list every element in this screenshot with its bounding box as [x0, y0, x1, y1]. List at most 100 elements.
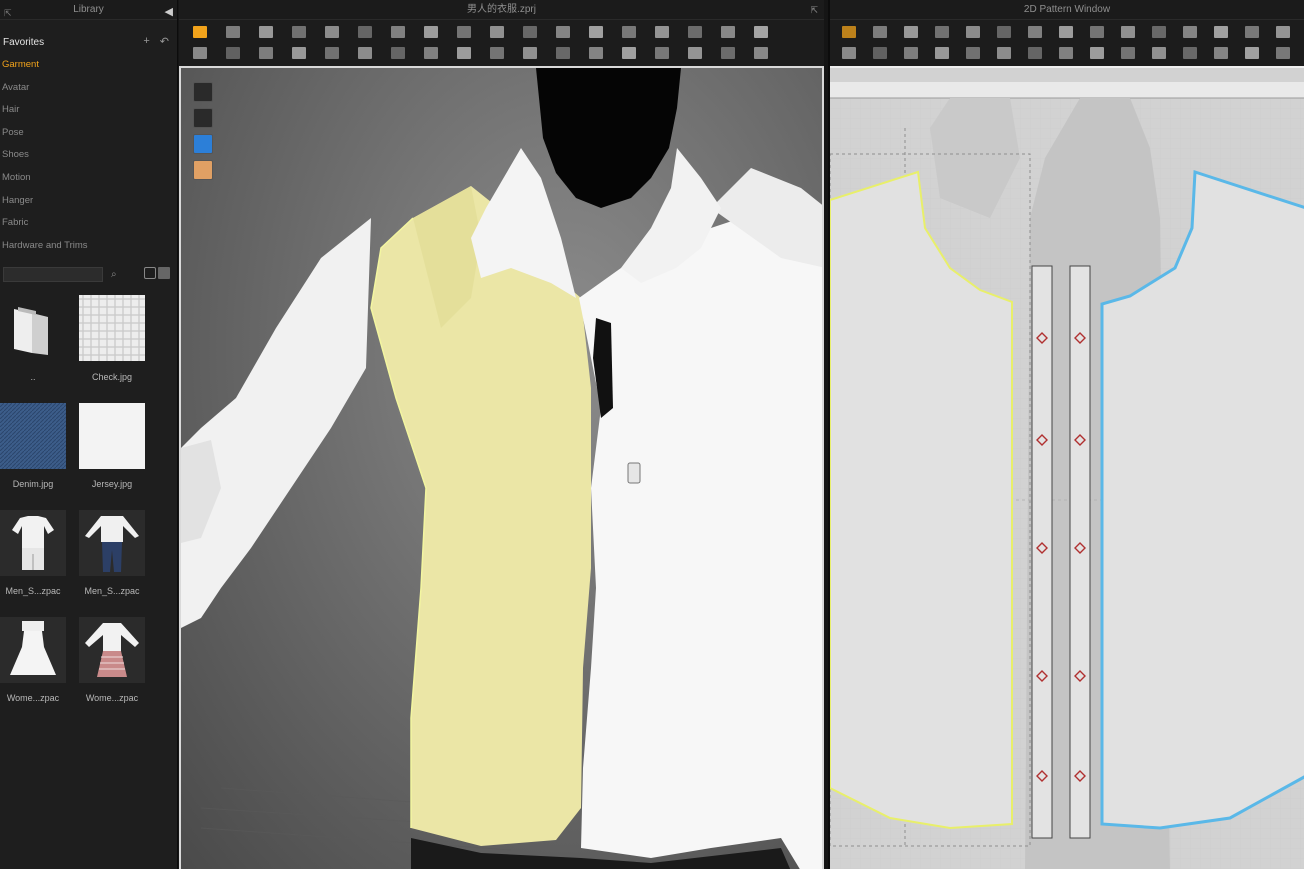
3d-viewport[interactable]: [179, 66, 824, 869]
tool-button-icon[interactable]: [904, 26, 918, 38]
tool-button-icon[interactable]: [457, 47, 471, 59]
category-item[interactable]: Pose: [0, 122, 177, 145]
popout-icon[interactable]: ⇱: [4, 3, 12, 23]
tool-button-icon[interactable]: [1121, 47, 1135, 59]
search-icon[interactable]: ⌕: [111, 269, 117, 280]
collapse-arrow-icon[interactable]: ◀: [165, 2, 173, 22]
tool-button-icon[interactable]: [1059, 47, 1073, 59]
tool-button-icon[interactable]: [391, 47, 405, 59]
tool-button-icon[interactable]: [391, 26, 405, 38]
tool-button-icon[interactable]: [226, 26, 240, 38]
tool-button-icon[interactable]: [523, 26, 537, 38]
tool-button-icon[interactable]: [556, 47, 570, 59]
tool-button-icon[interactable]: [424, 26, 438, 38]
tool-button-icon[interactable]: [292, 26, 306, 38]
tool-button-icon[interactable]: [556, 26, 570, 38]
tool-button-icon[interactable]: [1090, 47, 1104, 59]
maximize-icon[interactable]: ⇱: [810, 0, 818, 20]
tool-button-icon[interactable]: [1214, 47, 1228, 59]
tool-button-icon[interactable]: [997, 26, 1011, 38]
tool-button-icon[interactable]: [589, 47, 603, 59]
show-avatar-icon[interactable]: [193, 108, 213, 128]
women-dress-thumbnail[interactable]: [0, 617, 66, 683]
tool-button-icon[interactable]: [842, 47, 856, 59]
back-icon[interactable]: ↶: [160, 35, 169, 48]
tool-button-icon[interactable]: [523, 47, 537, 59]
jersey-fabric-thumbnail[interactable]: [79, 403, 145, 469]
tool-button-icon[interactable]: [1152, 47, 1166, 59]
category-item[interactable]: Motion: [0, 167, 177, 190]
show-garment-icon[interactable]: [193, 82, 213, 102]
tool-button-icon[interactable]: [325, 26, 339, 38]
tool-button-icon[interactable]: [935, 47, 949, 59]
tool-button-icon[interactable]: [292, 47, 306, 59]
tool-button-icon[interactable]: [655, 26, 669, 38]
tool-button-icon[interactable]: [193, 26, 207, 38]
tool-button-icon[interactable]: [193, 47, 207, 59]
folder-icon[interactable]: [0, 295, 66, 361]
tool-button-icon[interactable]: [721, 47, 735, 59]
check-fabric-thumbnail[interactable]: [79, 295, 145, 361]
texture-view-icon[interactable]: [193, 134, 213, 154]
favorites-row[interactable]: Favorites + ↶: [0, 30, 177, 54]
tool-button-icon[interactable]: [490, 26, 504, 38]
tool-button-icon[interactable]: [754, 47, 768, 59]
category-item[interactable]: Hanger: [0, 190, 177, 213]
tool-button-icon[interactable]: [259, 47, 273, 59]
tool-button-icon[interactable]: [966, 47, 980, 59]
tool-button-icon[interactable]: [622, 47, 636, 59]
tool-button-icon[interactable]: [873, 47, 887, 59]
library-search-input[interactable]: [3, 266, 103, 282]
tool-button-icon[interactable]: [589, 26, 603, 38]
tool-button-icon[interactable]: [259, 26, 273, 38]
category-item[interactable]: Hair: [0, 99, 177, 122]
tool-button-icon[interactable]: [842, 26, 856, 38]
pattern-canvas[interactable]: [830, 66, 1304, 869]
tool-button-icon[interactable]: [1276, 47, 1290, 59]
tool-button-icon[interactable]: [1214, 26, 1228, 38]
tool-button-icon[interactable]: [457, 26, 471, 38]
library-item-label: Wome...zpac: [85, 693, 139, 703]
tool-button-icon[interactable]: [358, 47, 372, 59]
category-item[interactable]: Fabric: [0, 212, 177, 235]
tool-button-icon[interactable]: [1152, 26, 1166, 38]
tool-button-icon[interactable]: [1059, 26, 1073, 38]
men-shirt-shorts-thumbnail[interactable]: [0, 510, 66, 576]
tool-button-icon[interactable]: [490, 47, 504, 59]
tool-button-icon[interactable]: [721, 26, 735, 38]
tool-button-icon[interactable]: [997, 47, 1011, 59]
category-item[interactable]: Shoes: [0, 144, 177, 167]
women-blouse-skirt-thumbnail[interactable]: [79, 617, 145, 683]
tool-button-icon[interactable]: [655, 47, 669, 59]
tool-button-icon[interactable]: [1090, 26, 1104, 38]
tool-button-icon[interactable]: [1245, 47, 1259, 59]
tool-button-icon[interactable]: [966, 26, 980, 38]
tool-button-icon[interactable]: [688, 47, 702, 59]
list-view-icon[interactable]: [158, 267, 170, 279]
tool-button-icon[interactable]: [754, 26, 768, 38]
tool-button-icon[interactable]: [1183, 26, 1197, 38]
avatar-skin-icon[interactable]: [193, 160, 213, 180]
tool-button-icon[interactable]: [1276, 26, 1290, 38]
tool-button-icon[interactable]: [358, 26, 372, 38]
tool-button-icon[interactable]: [904, 47, 918, 59]
refresh-icon[interactable]: [144, 267, 156, 279]
tool-button-icon[interactable]: [226, 47, 240, 59]
category-item[interactable]: Garment: [0, 54, 177, 77]
tool-button-icon[interactable]: [1245, 26, 1259, 38]
add-favorite-icon[interactable]: +: [143, 35, 149, 48]
tool-button-icon[interactable]: [935, 26, 949, 38]
tool-button-icon[interactable]: [325, 47, 339, 59]
tool-button-icon[interactable]: [424, 47, 438, 59]
category-item[interactable]: Hardware and Trims: [0, 235, 177, 258]
tool-button-icon[interactable]: [1028, 26, 1042, 38]
tool-button-icon[interactable]: [1183, 47, 1197, 59]
men-shirt-pants-thumbnail[interactable]: [79, 510, 145, 576]
tool-button-icon[interactable]: [688, 26, 702, 38]
tool-button-icon[interactable]: [873, 26, 887, 38]
tool-button-icon[interactable]: [1028, 47, 1042, 59]
tool-button-icon[interactable]: [622, 26, 636, 38]
category-item[interactable]: Avatar: [0, 77, 177, 100]
denim-fabric-thumbnail[interactable]: [0, 403, 66, 469]
tool-button-icon[interactable]: [1121, 26, 1135, 38]
